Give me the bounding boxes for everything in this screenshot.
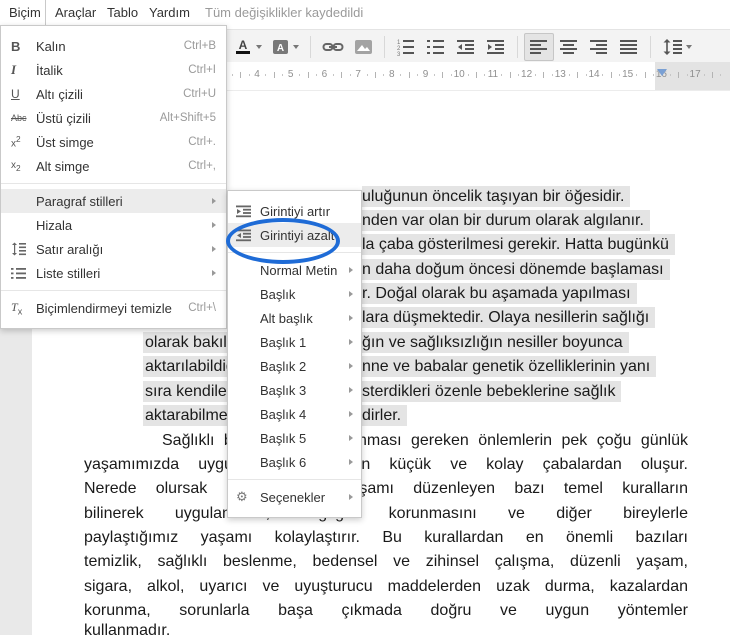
menu-item-ustu-cizili[interactable]: Abc Üstü çizili Alt+Shift+5 xyxy=(1,106,226,130)
shortcut: Ctrl+U xyxy=(183,88,216,100)
submenu-arrow-icon xyxy=(349,494,353,500)
menu-item-bicimlendirmeyi-temizle[interactable]: Tx Biçimlendirmeyi temizle Ctrl+\ xyxy=(1,296,226,320)
indent-decrease-icon xyxy=(236,229,260,242)
save-status: Tüm değişiklikler kaydedildi xyxy=(205,5,364,20)
submenu-arrow-icon xyxy=(349,459,353,465)
menu-item-baslik-2[interactable]: Başlık 2 xyxy=(228,354,361,378)
shortcut: Ctrl+\ xyxy=(188,302,216,314)
menu-separator xyxy=(228,252,361,253)
menu-item-baslik-6[interactable]: Başlık 6 xyxy=(228,450,361,474)
menu-item-ust-simge[interactable]: x2 Üst simge Ctrl+. xyxy=(1,130,226,154)
menu-yardim[interactable]: Yardım xyxy=(140,0,199,25)
selected-text[interactable]: nne ve babalar genetik özelliklerinin ya… xyxy=(362,356,657,377)
document-line[interactable]: temizlik, sağlıklı beslenme, bedensel ve… xyxy=(84,551,688,573)
menu-item-alt-simge[interactable]: x2 Alt simge Ctrl+, xyxy=(1,154,226,178)
menu-item-liste-stilleri[interactable]: Liste stilleri xyxy=(1,261,226,285)
bold-icon: B xyxy=(11,38,21,54)
paragraph-styles-submenu: Girintiyi artır Girintiyi azalt Normal M… xyxy=(227,190,362,518)
submenu-arrow-icon xyxy=(349,315,353,321)
document-line[interactable]: bilinerek uygulanması, sağlığın korunmas… xyxy=(84,503,688,525)
superscript-icon: x2 xyxy=(11,134,21,150)
selected-text[interactable]: ğın ve sağlıksızlığın nesiller boyunca xyxy=(362,332,629,353)
selected-text[interactable]: r. Doğal olarak bu aşamada yapılması xyxy=(362,283,637,304)
menu-item-baslik[interactable]: Başlık xyxy=(228,282,361,306)
submenu-arrow-icon xyxy=(349,267,353,273)
menu-item-italik[interactable]: I İtalik Ctrl+I xyxy=(1,58,226,82)
menu-item-kalin[interactable]: B Kalın Ctrl+B xyxy=(1,34,226,58)
menu-item-girintiyi-azalt[interactable]: Girintiyi azalt xyxy=(228,223,361,247)
menu-separator xyxy=(228,479,361,480)
shortcut: Ctrl+, xyxy=(188,160,216,172)
menu-bicim[interactable]: Biçim xyxy=(0,0,46,27)
menu-item-hizala[interactable]: Hizala xyxy=(1,213,226,237)
submenu-arrow-icon xyxy=(349,387,353,393)
menu-separator xyxy=(1,290,226,291)
italic-icon: I xyxy=(11,62,17,77)
strikethrough-icon: Abc xyxy=(11,113,27,123)
submenu-arrow-icon xyxy=(349,411,353,417)
document-line[interactable]: Sağlıklı bir yaşam için alınması gereken… xyxy=(84,430,688,452)
menu-item-baslik-4[interactable]: Başlık 4 xyxy=(228,402,361,426)
menu-item-satir-araligi[interactable]: Satır aralığı xyxy=(1,237,226,261)
line-spacing-icon xyxy=(11,242,36,256)
menu-item-baslik-5[interactable]: Başlık 5 xyxy=(228,426,361,450)
menu-item-baslik-1[interactable]: Başlık 1 xyxy=(228,330,361,354)
clear-formatting-icon: Tx xyxy=(11,299,23,317)
submenu-arrow-icon xyxy=(212,270,216,276)
submenu-arrow-icon xyxy=(212,198,216,204)
subscript-icon: x2 xyxy=(11,159,21,173)
submenu-arrow-icon xyxy=(349,339,353,345)
list-styles-icon xyxy=(11,267,36,280)
selected-text[interactable]: dirler. xyxy=(362,405,408,426)
menu-item-secenekler[interactable]: ⚙ Seçenekler xyxy=(228,485,361,509)
document-line[interactable]: kullanmadır. xyxy=(84,620,688,642)
menu-item-paragraf-stilleri[interactable]: Paragraf stilleri xyxy=(1,189,226,213)
submenu-arrow-icon xyxy=(349,363,353,369)
document-line[interactable]: Nerede olursak olalım toplu yaşamı düzen… xyxy=(84,478,688,500)
underline-icon: U xyxy=(11,87,20,101)
menu-item-alt-baslik[interactable]: Alt başlık xyxy=(228,306,361,330)
selected-text[interactable]: nden var olan bir durum olarak algılanır… xyxy=(362,210,650,231)
document-line[interactable]: yaşamımızda uygulamamız gereken küçük ve… xyxy=(84,454,688,476)
menu-item-normal-metin[interactable]: Normal Metin xyxy=(228,258,361,282)
document-line[interactable]: sigara, alkol, uyarıcı ve uyuşturucu mad… xyxy=(84,576,688,598)
menu-araclar[interactable]: Araçlar xyxy=(46,0,105,25)
shortcut: Ctrl+. xyxy=(188,136,216,148)
selected-text[interactable]: uluğunun öncelik taşıyan bir öğesidir. xyxy=(362,186,631,207)
submenu-arrow-icon xyxy=(349,435,353,441)
document-line[interactable]: korunma, sorunlarla başa çıkmada doğru v… xyxy=(84,600,688,622)
menubar: Biçim Araçlar Tablo Yardım Tüm değişikli… xyxy=(0,0,730,27)
submenu-arrow-icon xyxy=(212,246,216,252)
format-menu: B Kalın Ctrl+B I İtalik Ctrl+I U Altı çi… xyxy=(0,25,227,329)
menu-item-baslik-3[interactable]: Başlık 3 xyxy=(228,378,361,402)
selected-text[interactable]: lara düşmektedir. Olaya nesillerin sağlı… xyxy=(362,307,656,328)
selected-text[interactable]: sterdikleri özenle bebeklerine sağlık xyxy=(362,381,622,402)
gear-icon: ⚙ xyxy=(236,489,248,505)
indent-increase-icon xyxy=(236,205,260,218)
submenu-arrow-icon xyxy=(212,222,216,228)
menu-separator xyxy=(1,183,226,184)
shortcut: Alt+Shift+5 xyxy=(159,112,216,124)
shortcut: Ctrl+I xyxy=(188,64,216,76)
document-line[interactable]: paylaştığımız yaşamı kolaylaştırır. Bu k… xyxy=(84,527,688,549)
selected-text[interactable]: n daha doğum öncesi dönemde başlaması xyxy=(362,259,670,280)
menu-item-girintiyi-artir[interactable]: Girintiyi artır xyxy=(228,199,361,223)
selected-text[interactable]: la çaba gösterilmesi gerekir. Hatta bugü… xyxy=(362,234,675,255)
shortcut: Ctrl+B xyxy=(183,40,216,52)
menu-item-alti-cizili[interactable]: U Altı çizili Ctrl+U xyxy=(1,82,226,106)
submenu-arrow-icon xyxy=(349,291,353,297)
